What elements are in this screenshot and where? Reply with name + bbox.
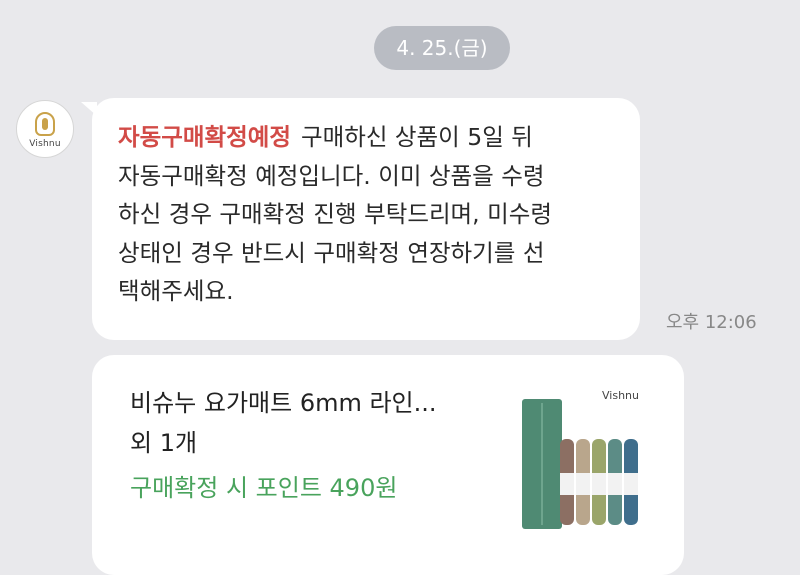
rolled-mat-image <box>576 439 590 525</box>
rolled-mat-image <box>624 439 638 525</box>
vishnu-logo-icon <box>35 111 55 136</box>
sender-name: Vishnu <box>29 138 61 149</box>
product-card[interactable]: 비슈누 요가매트 6mm 라인... 외 1개 구매확정 시 포인트 490원 … <box>92 355 684 575</box>
message-time: 오후 12:06 <box>666 312 757 333</box>
thumbnail-brand: Vishnu <box>602 389 639 402</box>
rolled-mat-image <box>592 439 606 525</box>
product-points: 구매확정 시 포인트 490원 <box>130 474 398 502</box>
message-body: 자동구매확정예정 구매하신 상품이 5일 뒤 자동구매확정 예정입니다. 이미 상… <box>118 118 616 311</box>
date-divider: 4. 25.(금) <box>374 26 510 70</box>
mat-label-band <box>608 473 622 495</box>
rolled-mat-image <box>560 439 574 525</box>
sender-avatar[interactable]: Vishnu <box>16 100 74 158</box>
message-tag: 자동구매확정예정 <box>118 123 291 151</box>
product-thumbnail[interactable]: Vishnu <box>502 377 652 537</box>
message-bubble[interactable]: 자동구매확정예정 구매하신 상품이 5일 뒤 자동구매확정 예정입니다. 이미 상… <box>81 98 640 340</box>
mat-label-band <box>560 473 574 495</box>
yoga-mat-image <box>522 399 562 529</box>
rolled-mat-image <box>608 439 622 525</box>
mat-label-band <box>592 473 606 495</box>
mat-label-band <box>624 473 638 495</box>
mat-label-band <box>576 473 590 495</box>
product-title: 비슈누 요가매트 6mm 라인... 외 1개 <box>130 389 437 457</box>
bubble-tail <box>81 102 97 116</box>
